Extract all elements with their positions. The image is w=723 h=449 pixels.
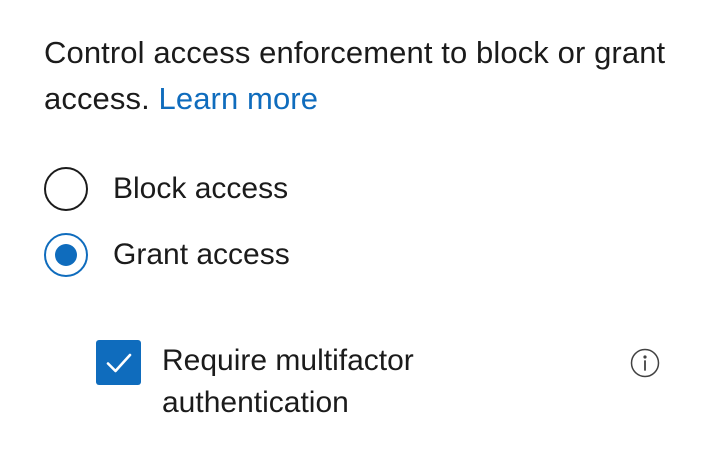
block-access-option[interactable]: Block access xyxy=(44,165,288,213)
grant-access-option[interactable]: Grant access xyxy=(44,231,290,279)
grant-access-label: Grant access xyxy=(113,238,290,271)
radio-selected-dot xyxy=(55,244,77,266)
learn-more-link[interactable]: Learn more xyxy=(159,81,319,116)
info-icon[interactable] xyxy=(630,348,660,378)
grant-access-radio[interactable] xyxy=(44,233,88,277)
require-mfa-option: Require multifactor authentication xyxy=(96,340,676,420)
block-access-label: Block access xyxy=(113,172,289,205)
require-mfa-label: Require multifactor authentication xyxy=(162,344,414,419)
require-mfa-checkbox[interactable] xyxy=(96,340,141,385)
block-access-radio[interactable] xyxy=(44,167,88,211)
description-text: Control access enforcement to block or g… xyxy=(44,35,666,116)
enforcement-description: Control access enforcement to block or g… xyxy=(44,30,694,122)
checkmark-icon xyxy=(106,353,131,372)
